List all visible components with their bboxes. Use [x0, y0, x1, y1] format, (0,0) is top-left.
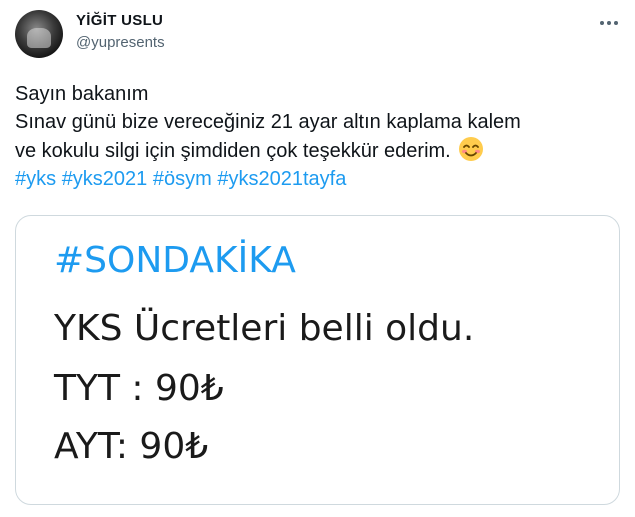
author-handle[interactable]: @yupresents [76, 34, 165, 51]
smiling-face-icon [458, 136, 484, 162]
avatar-figure [27, 28, 51, 48]
attached-image[interactable]: #SONDAKİKA YKS Ücretleri belli oldu. TYT… [15, 215, 620, 505]
hashtag-link[interactable]: #yks2021tayfa [217, 168, 346, 190]
author-name[interactable]: YİĞİT USLU [76, 12, 163, 29]
image-hashtag: #SONDAKİKA [54, 240, 296, 281]
image-headline: YKS Ücretleri belli oldu. [54, 308, 475, 349]
image-tyt-fee: TYT : 90₺ [54, 368, 224, 409]
hashtag-link[interactable]: #yks2021 [62, 168, 148, 190]
tweet-text-line: Sayın bakanım [15, 83, 149, 105]
more-options-icon[interactable] [598, 16, 620, 30]
tweet-text-line: ve kokulu silgi için şimdiden çok teşekk… [15, 140, 451, 162]
tweet-text: Sayın bakanım Sınav günü bize vereceğini… [15, 80, 620, 193]
hashtag-link[interactable]: #yks [15, 168, 56, 190]
tweet-text-line: Sınav günü bize vereceğiniz 21 ayar altı… [15, 111, 521, 133]
image-ayt-fee: AYT: 90₺ [54, 426, 209, 467]
avatar[interactable] [15, 10, 63, 58]
hashtag-link[interactable]: #ösym [153, 168, 212, 190]
